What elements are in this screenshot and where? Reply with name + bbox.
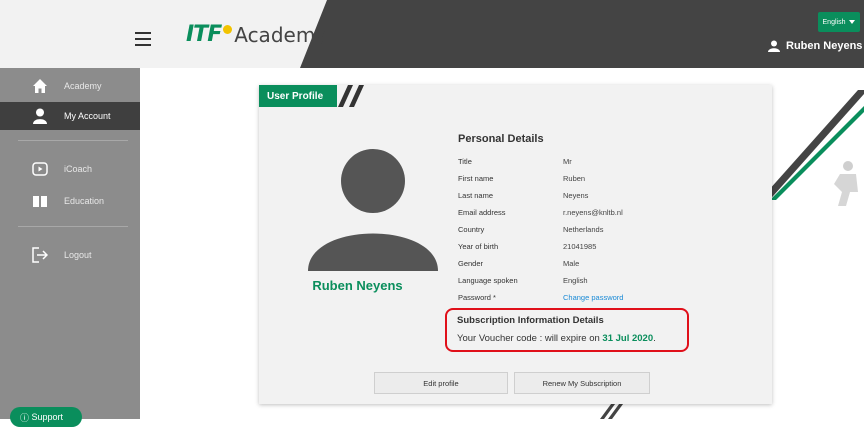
hamburger-menu-icon[interactable] xyxy=(135,32,151,46)
logout-icon xyxy=(32,247,48,263)
user-icon xyxy=(768,40,780,52)
detail-label: Email address xyxy=(458,208,506,217)
edit-profile-button[interactable]: Edit profile xyxy=(374,372,508,394)
sidebar-item-logout[interactable]: Logout xyxy=(0,241,140,269)
sidebar-item-academy[interactable]: Academy xyxy=(0,72,140,100)
itf-academy-logo[interactable]: ITF Academy xyxy=(186,22,327,47)
sidebar-item-icoach[interactable]: iCoach xyxy=(0,155,140,183)
tennis-ball-icon xyxy=(223,25,233,34)
support-label: Support xyxy=(31,412,64,422)
detail-value: Male xyxy=(563,259,580,268)
sidebar-divider xyxy=(18,226,128,227)
detail-value: Netherlands xyxy=(563,225,604,234)
sidebar-item-label: My Account xyxy=(64,111,111,121)
detail-value: Ruben xyxy=(563,174,586,183)
change-password-link[interactable]: Change password xyxy=(563,293,623,302)
detail-value: English xyxy=(563,276,588,285)
detail-value: Mr xyxy=(563,157,572,166)
user-name: Ruben Neyens xyxy=(786,40,863,52)
subscription-info-box: Subscription Information Details Your Vo… xyxy=(445,308,689,352)
sidebar-item-label: Academy xyxy=(64,81,102,91)
book-icon xyxy=(33,196,47,207)
home-icon xyxy=(33,79,47,93)
detail-label: Language spoken xyxy=(458,276,518,285)
sidebar-item-label: Logout xyxy=(64,250,92,260)
personal-details-heading: Personal Details xyxy=(458,133,544,145)
subscription-text-suffix: . xyxy=(653,333,656,344)
detail-value: r.neyens@knltb.nl xyxy=(563,208,623,217)
header-slashes-decoration xyxy=(338,85,364,107)
support-button[interactable]: ⓘ Support xyxy=(10,407,82,427)
logo-itf-text: ITF xyxy=(186,22,222,47)
expiry-date: 31 Jul 2020 xyxy=(602,333,654,344)
top-bar-dark-panel xyxy=(300,0,864,68)
language-dropdown[interactable]: English xyxy=(818,12,860,32)
detail-label: First name xyxy=(458,174,494,183)
detail-value: 21041985 xyxy=(563,242,597,251)
support-icon: ⓘ xyxy=(20,412,32,423)
detail-label: Year of birth xyxy=(458,242,499,251)
detail-label: Title xyxy=(458,157,472,166)
detail-label: Last name xyxy=(458,191,494,200)
user-profile-tab: User Profile xyxy=(259,85,338,107)
detail-label: Gender xyxy=(458,259,484,268)
top-bar: ITF Academy English Ruben Neyens xyxy=(0,0,864,68)
subscription-text-prefix: Your Voucher code : will expire on xyxy=(457,333,603,344)
sidebar-item-my-account[interactable]: My Account xyxy=(0,102,140,130)
detail-value: Neyens xyxy=(563,191,589,200)
subscription-text: Your Voucher code : will expire on 31 Ju… xyxy=(457,333,656,344)
user-menu[interactable]: Ruben Neyens xyxy=(768,40,862,52)
detail-label: Password * xyxy=(458,293,496,302)
profile-display-name: Ruben Neyens xyxy=(312,278,403,293)
logo-academy-text: Academy xyxy=(234,22,328,47)
avatar-placeholder-icon xyxy=(308,149,438,271)
sidebar-item-education[interactable]: Education xyxy=(0,187,140,215)
play-icon xyxy=(32,162,48,176)
detail-label: Country xyxy=(458,225,485,234)
renew-subscription-button[interactable]: Renew My Subscription xyxy=(514,372,650,394)
sidebar-item-label: iCoach xyxy=(64,164,93,174)
language-label: English xyxy=(822,18,846,26)
sidebar-item-label: Education xyxy=(64,196,105,206)
subscription-heading: Subscription Information Details xyxy=(457,315,604,326)
sidebar-divider xyxy=(18,140,128,141)
tennis-player-decoration xyxy=(760,90,864,206)
user-profile-card: User Profile Ruben Neyens Personal Detai… xyxy=(259,85,772,404)
card-title: User Profile xyxy=(267,90,324,102)
user-icon xyxy=(33,108,47,124)
sidebar: Academy My Account iCoach Education Logo… xyxy=(0,68,140,419)
caret-down-icon xyxy=(849,20,856,24)
